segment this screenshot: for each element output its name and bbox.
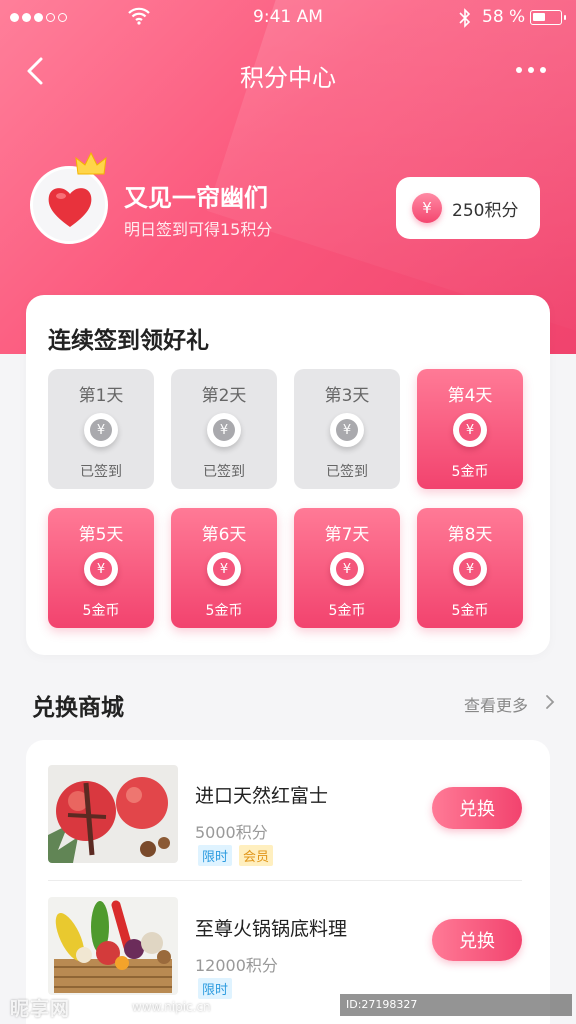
- day-label: 第4天: [447, 386, 493, 406]
- coin-icon: ¥: [330, 413, 364, 447]
- day-label: 第2天: [201, 386, 247, 406]
- bluetooth-icon: [459, 8, 471, 28]
- day-status: 5金币: [451, 464, 489, 480]
- heart-icon: [48, 188, 92, 227]
- day-label: 第8天: [447, 525, 493, 545]
- page-title: 积分中心: [240, 64, 336, 92]
- day-status: 5金币: [451, 603, 489, 619]
- view-more-link[interactable]: 查看更多: [464, 692, 528, 716]
- checkin-card: 连续签到领好礼 第1天 ¥ 已签到 第2天 ¥ 已签到 第3天 ¥ 已签到 第4…: [26, 295, 550, 655]
- coin-icon: ¥: [453, 552, 487, 586]
- coin-icon: ¥: [84, 413, 118, 447]
- day-label: 第3天: [324, 386, 370, 406]
- checkin-title: 连续签到领好礼: [48, 328, 209, 354]
- tag-limited: 限时: [198, 978, 233, 999]
- exchange-button[interactable]: 兑换: [432, 919, 522, 961]
- tag-member: 会员: [239, 845, 274, 866]
- checkin-day-6[interactable]: 第6天 ¥ 5金币: [171, 508, 277, 628]
- checkin-day-2[interactable]: 第2天 ¥ 已签到: [171, 369, 277, 489]
- tag-limited: 限时: [198, 845, 233, 866]
- checkin-day-5[interactable]: 第5天 ¥ 5金币: [48, 508, 154, 628]
- battery-icon: [530, 10, 566, 25]
- checkin-day-7[interactable]: 第7天 ¥ 5金币: [294, 508, 400, 628]
- day-status: 已签到: [326, 464, 368, 480]
- user-subtitle: 明日签到可得15积分: [124, 220, 273, 239]
- user-name: 又见一帘幽们: [124, 184, 268, 212]
- crown-icon: [75, 151, 107, 175]
- watermark-url: www.nipic.cn: [132, 1000, 211, 1014]
- chevron-right-icon[interactable]: [544, 693, 556, 711]
- product-name: 至尊火锅锅底料理: [195, 918, 348, 940]
- day-label: 第5天: [78, 525, 124, 545]
- battery-percent: 58 %: [482, 7, 526, 27]
- watermark-id: ID:27198327 NO:20230325141859536109: [340, 994, 572, 1024]
- points-balance[interactable]: ¥ 250积分: [396, 177, 540, 239]
- day-label: 第1天: [78, 386, 124, 406]
- shop-title: 兑换商城: [32, 695, 124, 721]
- product-image-vegetables[interactable]: [48, 897, 178, 995]
- coin-icon: ¥: [412, 193, 442, 223]
- day-status: 已签到: [80, 464, 122, 480]
- checkin-day-3[interactable]: 第3天 ¥ 已签到: [294, 369, 400, 489]
- day-status: 已签到: [203, 464, 245, 480]
- coin-icon: ¥: [84, 552, 118, 586]
- coin-icon: ¥: [207, 552, 241, 586]
- day-label: 第7天: [324, 525, 370, 545]
- checkin-day-1[interactable]: 第1天 ¥ 已签到: [48, 369, 154, 489]
- checkin-day-8[interactable]: 第8天 ¥ 5金币: [417, 508, 523, 628]
- vegetables-picture: [48, 897, 178, 995]
- day-status: 5金币: [205, 603, 243, 619]
- coin-icon: ¥: [207, 413, 241, 447]
- product-name: 进口天然红富士: [195, 785, 329, 807]
- checkin-day-4[interactable]: 第4天 ¥ 5金币: [417, 369, 523, 489]
- coin-icon: ¥: [330, 552, 364, 586]
- more-icon[interactable]: [516, 60, 554, 80]
- watermark-logo: 昵享网: [10, 998, 71, 1020]
- exchange-button[interactable]: 兑换: [432, 787, 522, 829]
- day-label: 第6天: [201, 525, 247, 545]
- points-value: 250积分: [452, 200, 519, 221]
- apple-picture: [48, 765, 178, 863]
- product-points: 12000积分: [195, 956, 278, 975]
- coin-icon: ¥: [453, 413, 487, 447]
- day-status: 5金币: [82, 603, 120, 619]
- status-bar: 9:41 AM 58 %: [0, 0, 576, 36]
- day-status: 5金币: [328, 603, 366, 619]
- divider: [48, 880, 522, 881]
- product-image-apple[interactable]: [48, 765, 178, 863]
- product-points: 5000积分: [195, 823, 268, 842]
